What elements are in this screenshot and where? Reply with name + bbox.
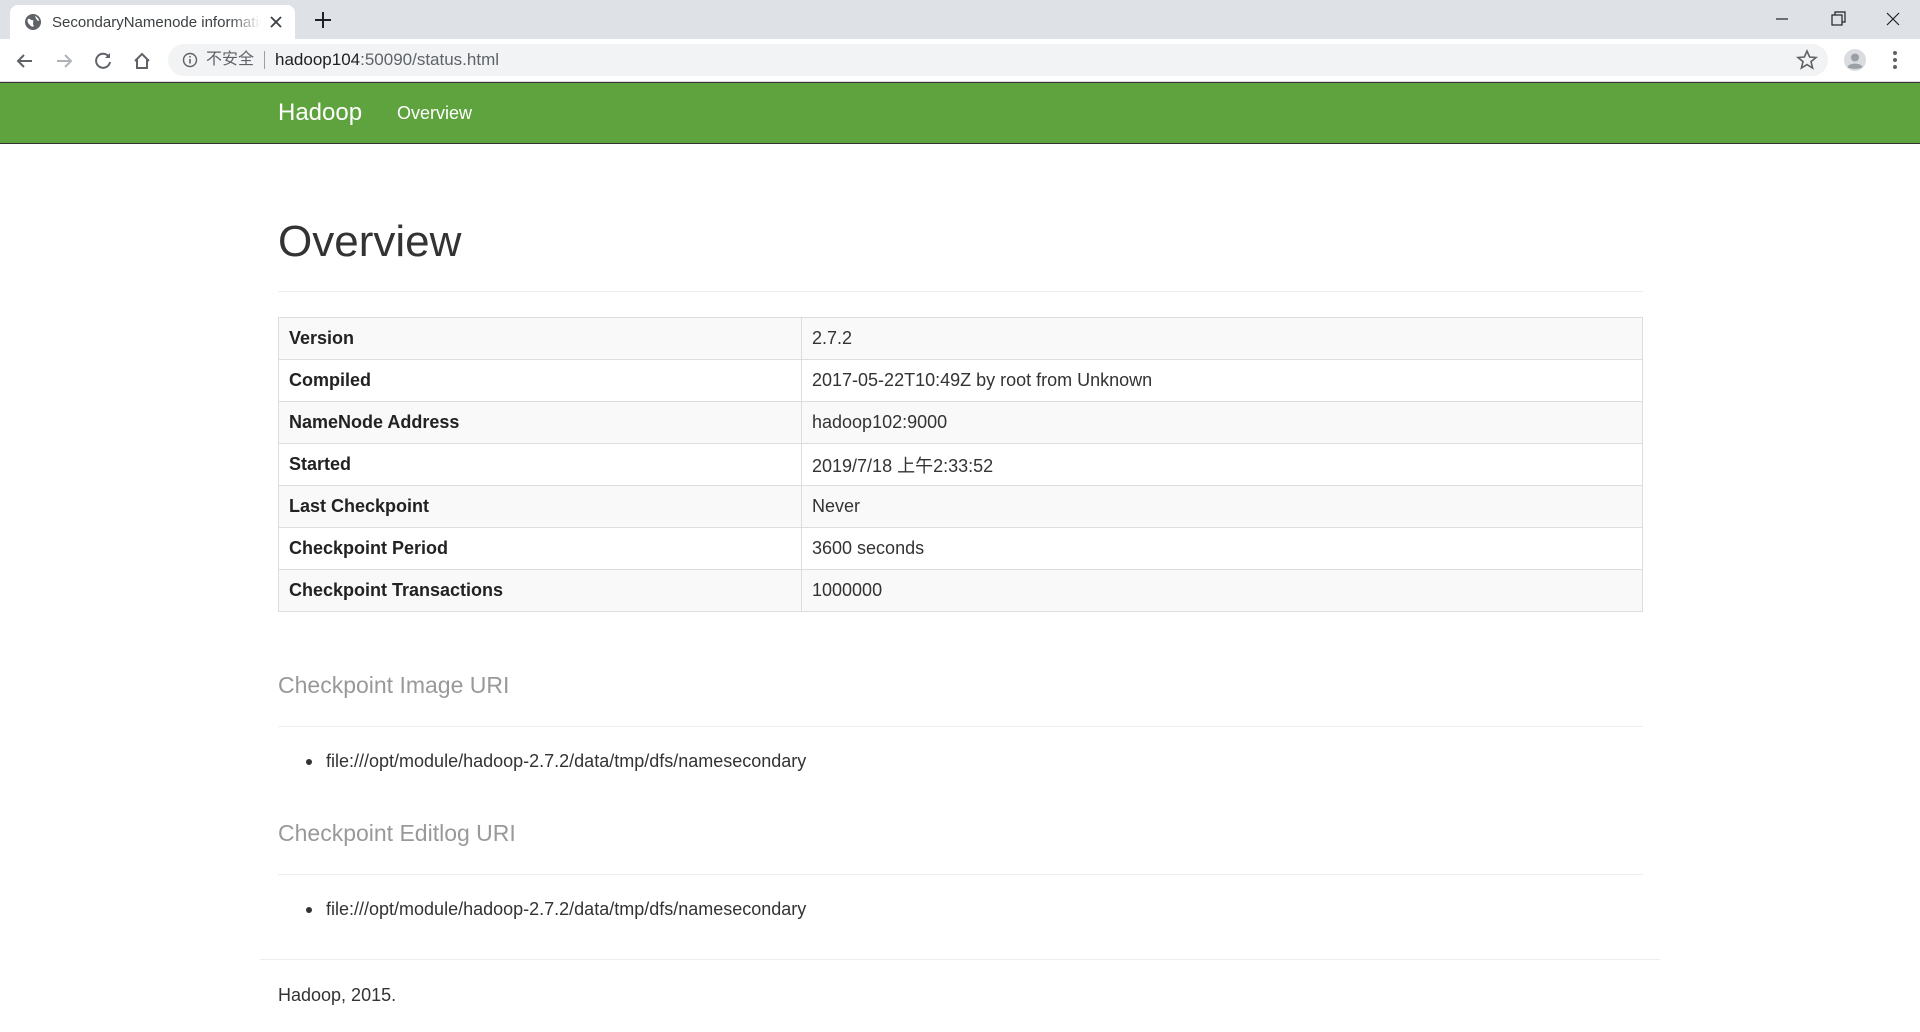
row-key: Checkpoint Period bbox=[278, 527, 802, 570]
globe-icon bbox=[25, 14, 41, 30]
checkpoint-image-title: Checkpoint Image URI bbox=[278, 672, 1643, 727]
table-row: NameNode Address hadoop102:9000 bbox=[278, 401, 1643, 444]
home-icon[interactable] bbox=[131, 50, 153, 72]
row-value: 1000000 bbox=[801, 569, 1643, 612]
row-key: Last Checkpoint bbox=[278, 485, 802, 528]
table-row: Version 2.7.2 bbox=[278, 317, 1643, 360]
url-path: :50090/status.html bbox=[360, 50, 500, 69]
overview-table: Version 2.7.2 Compiled 2017-05-22T10:49Z… bbox=[278, 317, 1643, 612]
row-value: Never bbox=[801, 485, 1643, 528]
page-title: Overview bbox=[278, 217, 1643, 292]
restore-icon[interactable] bbox=[1827, 8, 1849, 30]
list-item: file:///opt/module/hadoop-2.7.2/data/tmp… bbox=[306, 899, 1643, 920]
checkpoint-editlog-title: Checkpoint Editlog URI bbox=[278, 820, 1643, 875]
row-key: Version bbox=[278, 317, 802, 360]
row-value: 2.7.2 bbox=[801, 317, 1643, 360]
window-close-icon[interactable] bbox=[1882, 8, 1904, 30]
row-value: 2019/7/18 上午2:33:52 bbox=[801, 443, 1643, 486]
checkpoint-editlog-list: file:///opt/module/hadoop-2.7.2/data/tmp… bbox=[278, 899, 1643, 920]
table-row: Checkpoint Period 3600 seconds bbox=[278, 527, 1643, 570]
row-key: Compiled bbox=[278, 359, 802, 402]
info-icon[interactable] bbox=[182, 52, 198, 68]
table-row: Compiled 2017-05-22T10:49Z by root from … bbox=[278, 359, 1643, 402]
row-value: hadoop102:9000 bbox=[801, 401, 1643, 444]
nav-link-overview[interactable]: Overview bbox=[397, 103, 472, 124]
menu-icon[interactable] bbox=[1885, 48, 1905, 72]
forward-icon[interactable] bbox=[53, 50, 75, 72]
row-value: 3600 seconds bbox=[801, 527, 1643, 570]
main-content: Overview Version 2.7.2 Compiled 2017-05-… bbox=[278, 150, 1643, 920]
minimize-icon[interactable] bbox=[1771, 8, 1793, 30]
url-host: hadoop104 bbox=[275, 50, 361, 69]
table-row: Last Checkpoint Never bbox=[278, 485, 1643, 528]
table-row: Started 2019/7/18 上午2:33:52 bbox=[278, 443, 1643, 486]
url-text: hadoop104:50090/status.html bbox=[275, 50, 499, 70]
back-icon[interactable] bbox=[14, 50, 36, 72]
footer-divider bbox=[260, 959, 1660, 960]
top-navbar: Hadoop Overview bbox=[0, 82, 1920, 144]
table-row: Checkpoint Transactions 1000000 bbox=[278, 569, 1643, 612]
browser-toolbar: 不安全 hadoop104:50090/status.html bbox=[0, 39, 1920, 82]
security-status: 不安全 bbox=[206, 51, 266, 69]
row-key: Checkpoint Transactions bbox=[278, 569, 802, 612]
reload-icon[interactable] bbox=[92, 50, 114, 72]
address-bar[interactable]: 不安全 hadoop104:50090/status.html bbox=[168, 44, 1828, 76]
plus-icon[interactable] bbox=[312, 9, 334, 31]
navbar-brand[interactable]: Hadoop bbox=[278, 99, 362, 127]
close-icon[interactable] bbox=[267, 13, 285, 31]
checkpoint-image-list: file:///opt/module/hadoop-2.7.2/data/tmp… bbox=[278, 751, 1643, 772]
row-value: 2017-05-22T10:49Z by root from Unknown bbox=[801, 359, 1643, 402]
browser-tab[interactable]: SecondaryNamenode information bbox=[10, 5, 295, 39]
tab-title: SecondaryNamenode information bbox=[52, 13, 261, 31]
row-key: Started bbox=[278, 443, 802, 486]
footer-text: Hadoop, 2015. bbox=[278, 985, 397, 1005]
tab-strip: SecondaryNamenode information bbox=[0, 0, 1920, 39]
profile-icon[interactable] bbox=[1843, 48, 1867, 72]
list-item: file:///opt/module/hadoop-2.7.2/data/tmp… bbox=[306, 751, 1643, 772]
row-key: NameNode Address bbox=[278, 401, 802, 444]
star-icon[interactable] bbox=[1795, 48, 1819, 72]
